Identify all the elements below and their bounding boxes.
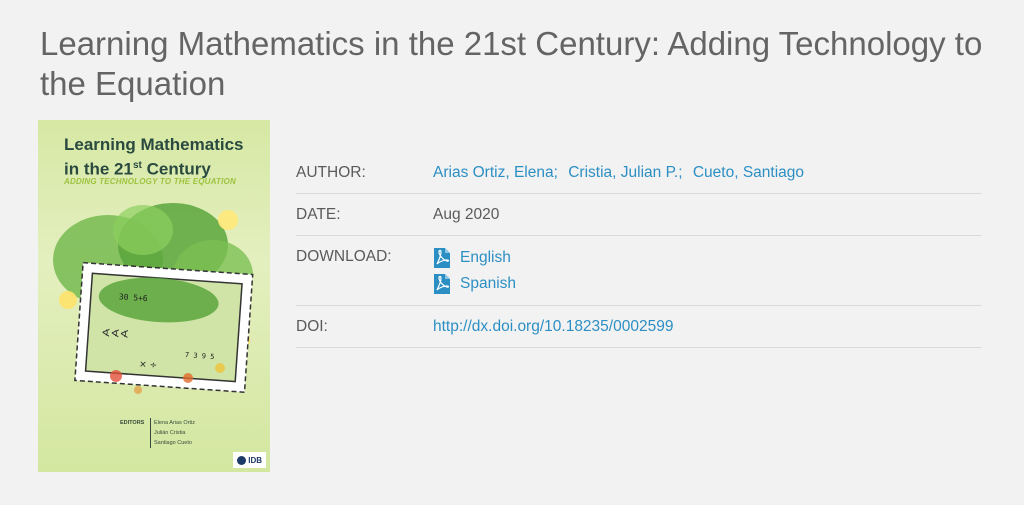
book-cover[interactable]: Learning Mathematics in the 21st Century… bbox=[38, 120, 270, 472]
download-list: English Spanish bbox=[433, 248, 982, 294]
author-list: Arias Ortiz, Elena; Cristia, Julian P.; … bbox=[433, 164, 805, 181]
svg-text:∢∢∢: ∢∢∢ bbox=[101, 326, 129, 341]
doi-label: DOI: bbox=[296, 318, 328, 335]
author-link[interactable]: Cueto, Santiago bbox=[693, 164, 804, 181]
pdf-icon[interactable] bbox=[433, 248, 450, 268]
download-spanish-link[interactable]: Spanish bbox=[460, 275, 516, 293]
author-row: AUTHOR: Arias Ortiz, Elena; Cristia, Jul… bbox=[296, 152, 982, 194]
page-title: Learning Mathematics in the 21st Century… bbox=[40, 25, 983, 102]
cover-subtitle: ADDING TECHNOLOGY TO THE EQUATION bbox=[64, 177, 236, 186]
date-row: DATE: Aug 2020 bbox=[296, 194, 982, 236]
doi-row: DOI: http://dx.doi.org/10.18235/0002599 bbox=[296, 306, 982, 348]
svg-text:× ÷: × ÷ bbox=[139, 360, 158, 371]
date-label: DATE: bbox=[296, 206, 341, 223]
download-item: English bbox=[433, 248, 982, 268]
download-item: Spanish bbox=[433, 274, 982, 294]
download-english-link[interactable]: English bbox=[460, 249, 511, 267]
author-label: AUTHOR: bbox=[296, 164, 366, 181]
author-link[interactable]: Cristia, Julian P. bbox=[568, 164, 678, 181]
date-value: Aug 2020 bbox=[433, 206, 500, 223]
publication-details: AUTHOR: Arias Ortiz, Elena; Cristia, Jul… bbox=[296, 152, 982, 348]
download-row: DOWNLOAD: English Spanish bbox=[296, 236, 982, 306]
cover-title: Learning Mathematics in the 21st Century bbox=[64, 135, 244, 179]
cover-illustration: 30 5+6 ∢∢∢ 7 3 9 5 × ÷ bbox=[53, 203, 254, 394]
author-link[interactable]: Arias Ortiz, Elena bbox=[433, 164, 554, 181]
download-label: DOWNLOAD: bbox=[296, 248, 392, 265]
doi-link[interactable]: http://dx.doi.org/10.18235/0002599 bbox=[433, 318, 673, 335]
idb-logo: IDB bbox=[233, 452, 266, 468]
idb-logo-icon bbox=[237, 455, 247, 465]
pdf-icon[interactable] bbox=[433, 274, 450, 294]
